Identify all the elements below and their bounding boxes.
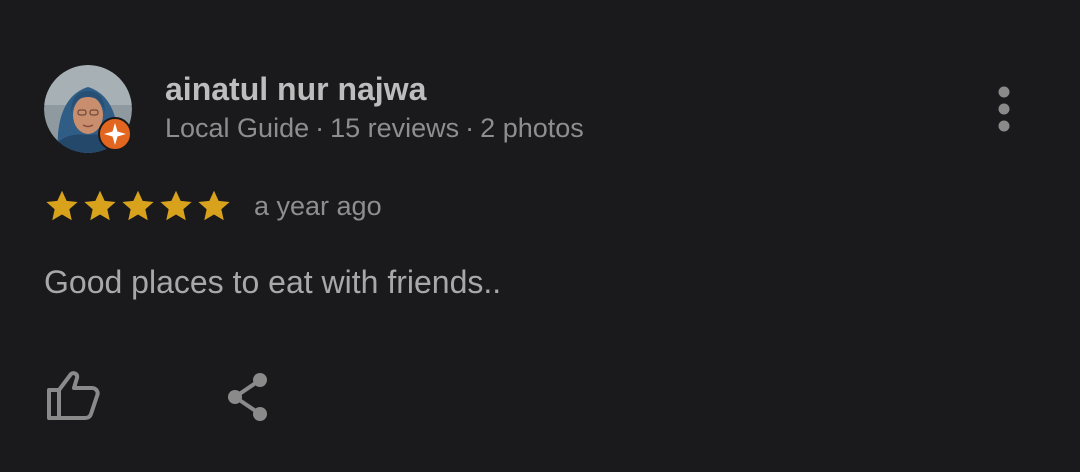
more-options-button[interactable] <box>984 84 1024 136</box>
reviewer-role: Local Guide <box>165 113 310 143</box>
reviewer-avatar[interactable] <box>44 65 132 153</box>
review-card: ainatul nur najwa Local Guide · 15 reviews… <box>0 0 1080 472</box>
thumb-up-icon <box>47 371 100 420</box>
meta-separator: · <box>315 113 325 143</box>
reviewer-name[interactable]: ainatul nur najwa <box>165 70 426 108</box>
star-icon <box>198 190 230 221</box>
star-icon <box>122 190 154 221</box>
review-date: a year ago <box>254 190 382 221</box>
more-vert-icon <box>998 86 1010 132</box>
star-icon <box>160 190 192 221</box>
share-icon <box>228 373 267 421</box>
rating-row: a year ago <box>44 186 382 226</box>
reviewer-meta[interactable]: Local Guide · 15 reviews · 2 photos <box>165 112 584 144</box>
meta-separator: · <box>465 113 475 143</box>
reviewer-photo-count: 2 photos <box>480 113 584 143</box>
share-button[interactable] <box>222 370 274 424</box>
star-icon <box>84 190 116 221</box>
reviewer-review-count: 15 reviews <box>330 113 460 143</box>
local-guide-badge-icon <box>98 117 132 151</box>
like-button[interactable] <box>44 368 102 424</box>
star-icon <box>46 190 78 221</box>
review-text: Good places to eat with friends.. <box>44 264 502 300</box>
star-rating <box>44 188 232 224</box>
